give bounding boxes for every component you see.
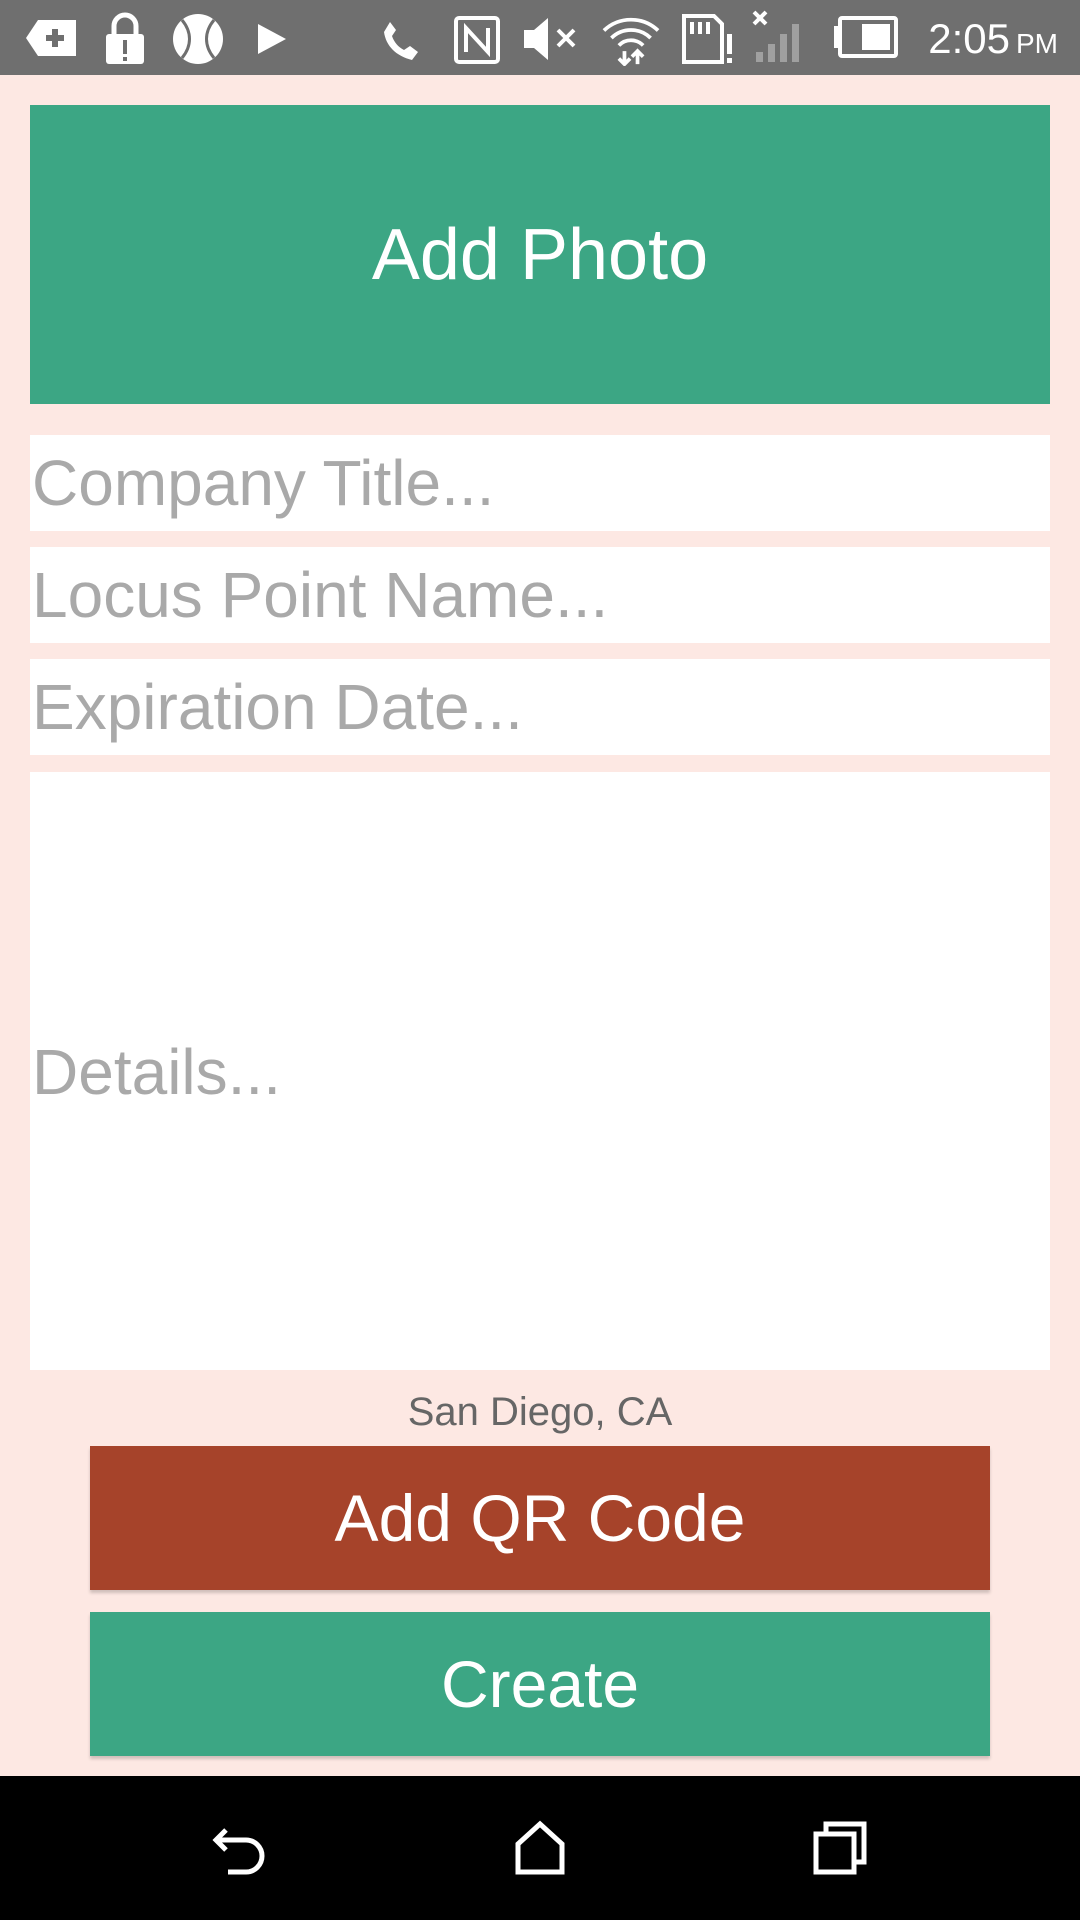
phone-icon <box>384 22 418 60</box>
add-photo-button[interactable]: Add Photo <box>30 105 1050 404</box>
recents-icon <box>813 1821 867 1875</box>
form-container: Add Photo San Diego, CA Add QR Code Crea… <box>0 75 1080 1776</box>
no-signal-icon <box>752 10 799 62</box>
navigation-bar <box>0 1776 1080 1920</box>
wifi-icon <box>602 17 660 66</box>
company-title-input[interactable] <box>30 435 1050 531</box>
clock-ampm: PM <box>1016 28 1058 59</box>
back-icon <box>212 1828 265 1875</box>
sd-card-alert-icon <box>682 14 732 64</box>
lock-icon <box>106 12 144 64</box>
clock-time: 2:05 <box>928 15 1010 62</box>
add-qr-code-button[interactable]: Add QR Code <box>90 1446 990 1590</box>
details-textarea[interactable] <box>30 772 1050 1370</box>
locus-point-name-input[interactable] <box>30 547 1050 643</box>
baseball-icon <box>173 14 223 64</box>
create-button[interactable]: Create <box>90 1612 990 1756</box>
location-label: San Diego, CA <box>407 1390 673 1434</box>
clock: 2:05 PM <box>928 0 1058 75</box>
mute-icon <box>524 18 576 60</box>
nfc-icon <box>454 16 500 64</box>
recents-button[interactable] <box>790 1798 890 1898</box>
home-icon <box>515 1820 565 1875</box>
play-store-icon <box>258 24 286 54</box>
status-bar: 2:05 PM <box>0 0 1080 75</box>
back-button[interactable] <box>190 1798 290 1898</box>
battery-icon <box>834 16 898 58</box>
home-button[interactable] <box>490 1798 590 1898</box>
expiration-date-input[interactable] <box>30 659 1050 755</box>
add-notification-icon <box>26 20 76 56</box>
